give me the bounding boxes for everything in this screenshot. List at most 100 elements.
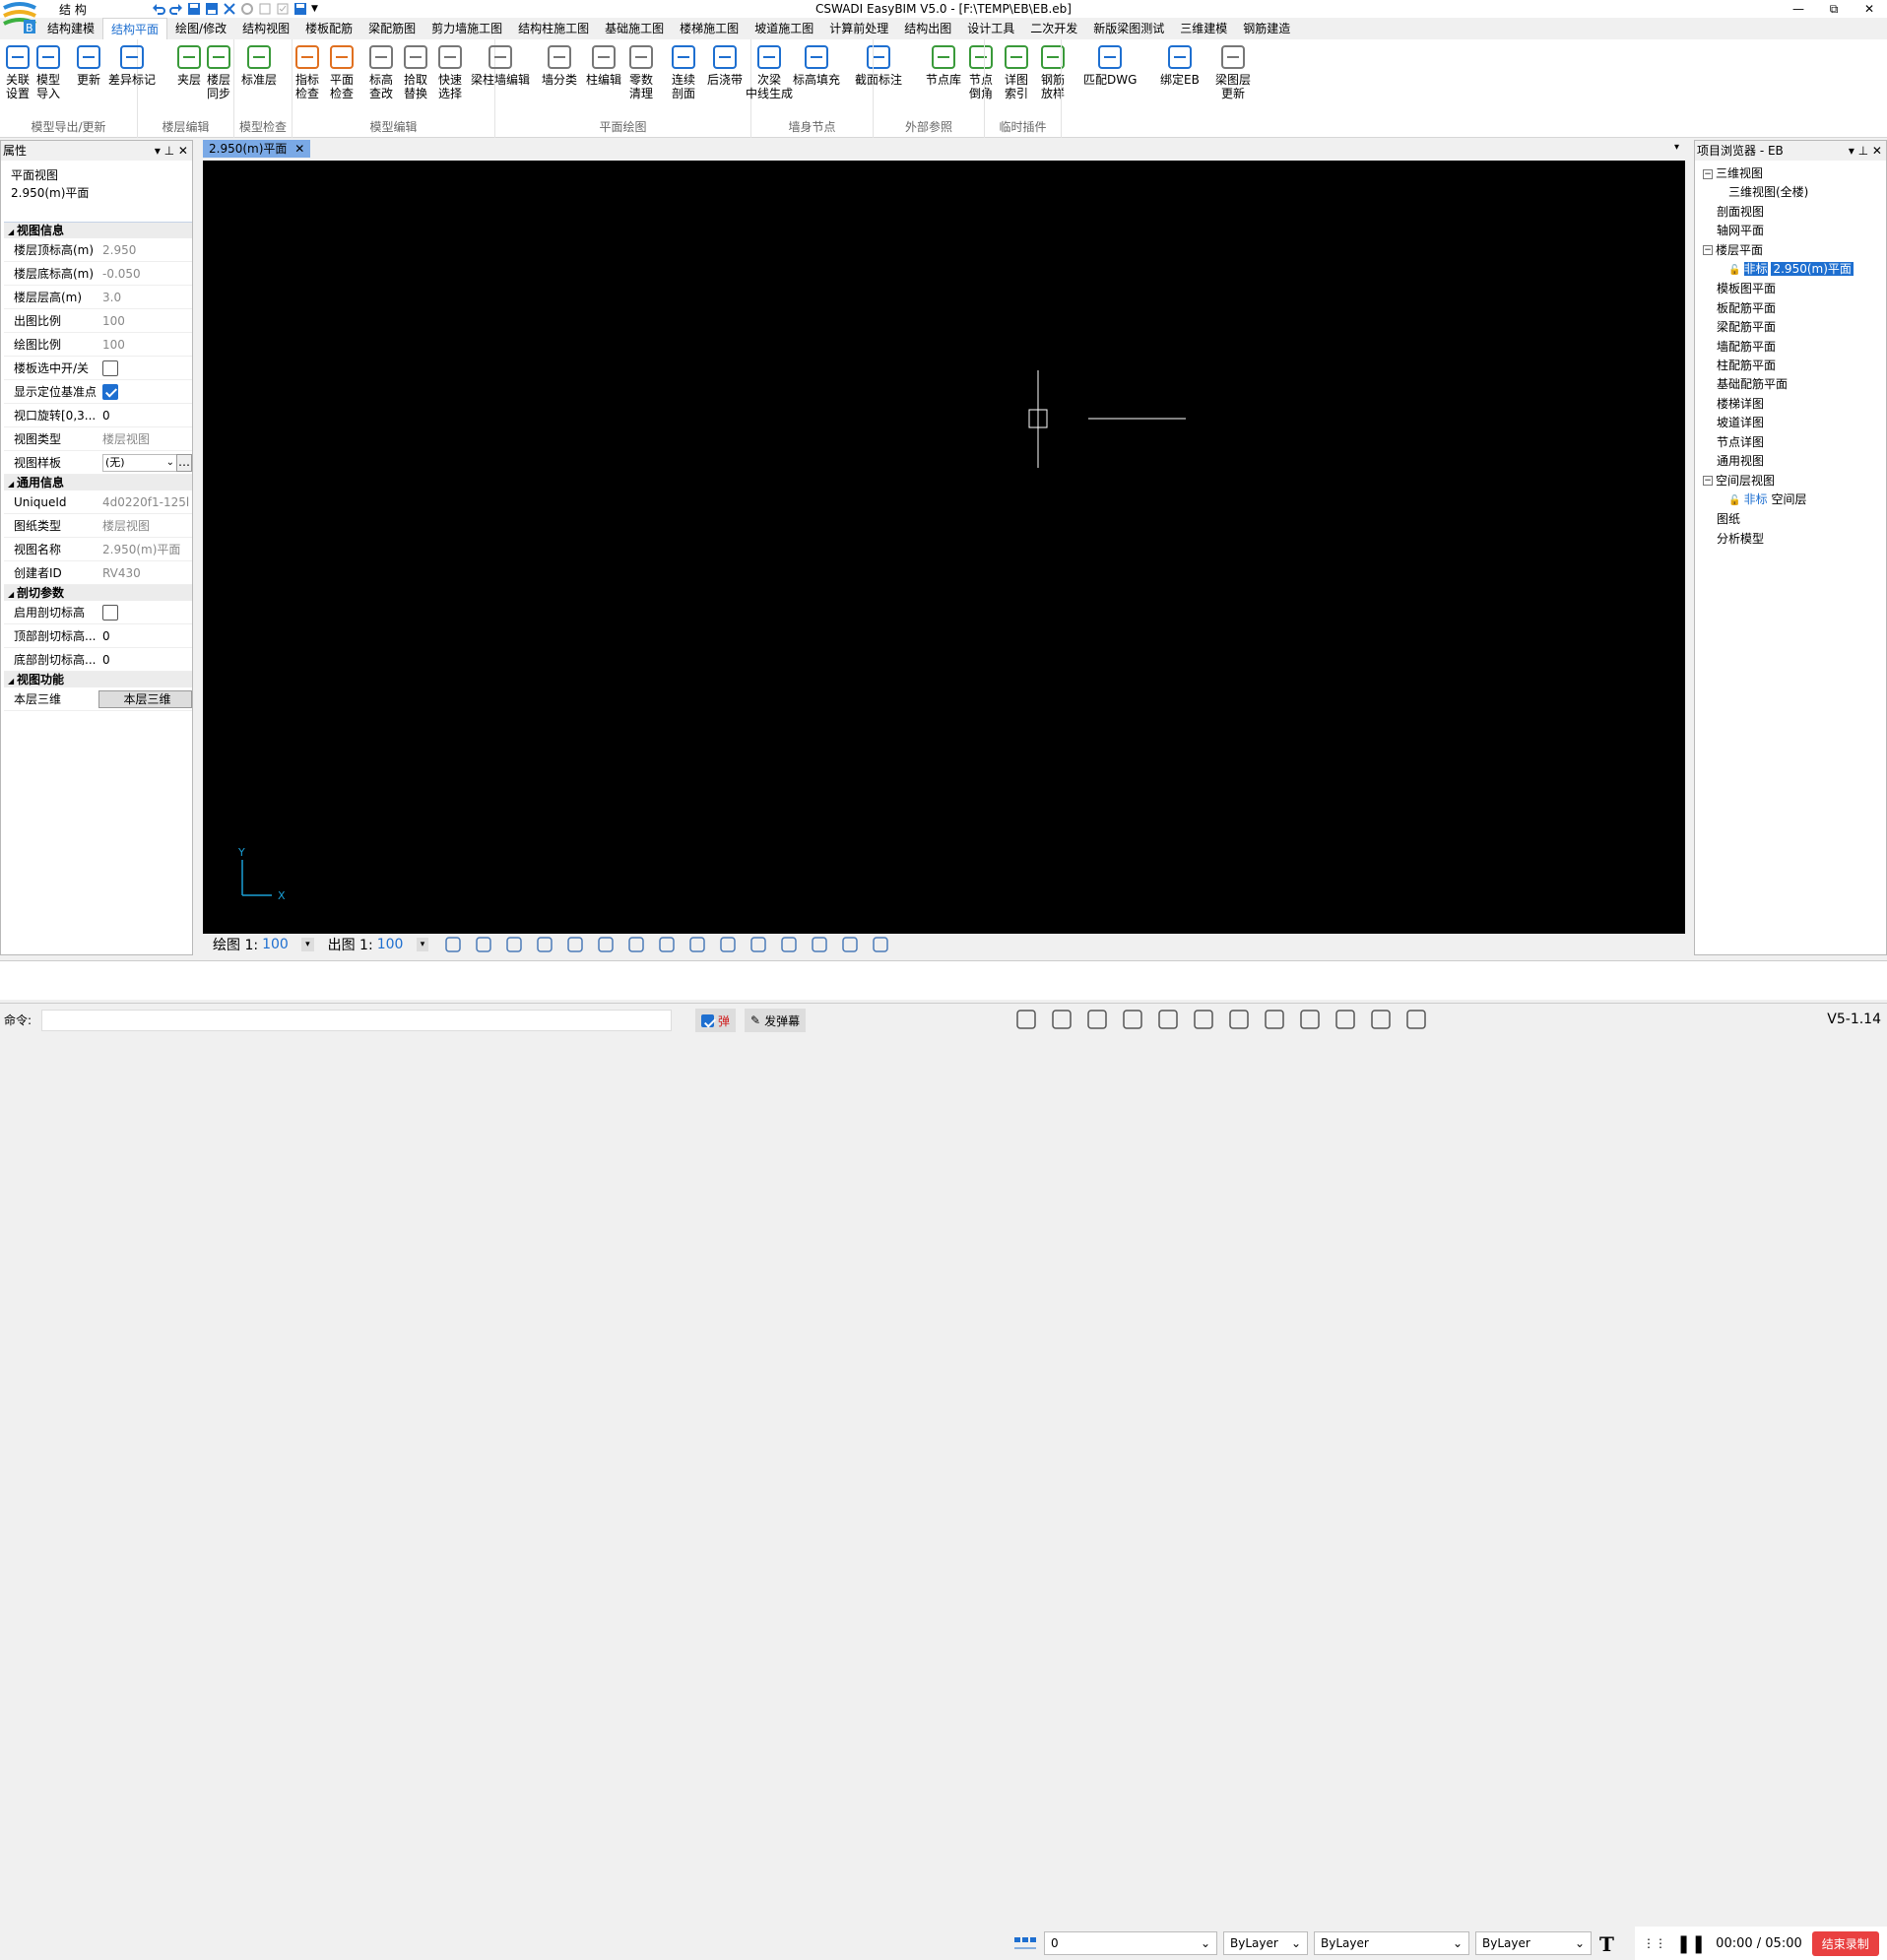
property-section-header[interactable]: ◢ 通用信息 bbox=[4, 475, 192, 490]
panel-icon[interactable] bbox=[1156, 1008, 1180, 1031]
filter-icon[interactable] bbox=[811, 936, 828, 953]
structure-icon[interactable] bbox=[1085, 1008, 1109, 1031]
curve-icon[interactable] bbox=[1263, 1008, 1286, 1031]
view-template-select[interactable]: (无) ⌄… bbox=[98, 451, 192, 474]
draw-scale-value[interactable]: 100 bbox=[262, 937, 301, 952]
ribbon-button-6-1[interactable]: 绑定EB bbox=[1160, 43, 1200, 87]
tab-5[interactable]: 梁配筋图 bbox=[360, 18, 423, 39]
ribbon-button-3-2[interactable]: 快速 选择 bbox=[436, 43, 464, 100]
snap-icon[interactable] bbox=[566, 936, 584, 953]
tab-1[interactable]: 结构平面 bbox=[102, 18, 168, 39]
property-value[interactable]: 0 bbox=[98, 404, 192, 426]
check-icon[interactable] bbox=[276, 2, 290, 16]
dropdown-icon[interactable]: ⌄ bbox=[166, 457, 174, 468]
property-value[interactable]: 4d0220f1-125l bbox=[98, 490, 192, 513]
tab-8[interactable]: 基础施工图 bbox=[597, 18, 672, 39]
floor-3d-button[interactable]: 本层三维 bbox=[98, 689, 192, 708]
close-doc-icon[interactable] bbox=[223, 2, 236, 16]
ortho-icon[interactable] bbox=[597, 936, 615, 953]
linetype-select[interactable]: ByLayer ⌄ bbox=[1314, 1931, 1469, 1955]
property-checkbox[interactable] bbox=[98, 357, 192, 379]
command-input[interactable] bbox=[41, 1010, 672, 1031]
checkbox[interactable] bbox=[102, 359, 118, 376]
ribbon-button-7-0[interactable]: 梁图层 更新 bbox=[1215, 43, 1251, 100]
property-value[interactable]: 2.950(m)平面 bbox=[98, 538, 192, 560]
tab-16[interactable]: 三维建模 bbox=[1172, 18, 1235, 39]
settings-icon[interactable] bbox=[1014, 1008, 1038, 1031]
property-value[interactable]: 楼层视图 bbox=[98, 514, 192, 537]
property-checkbox[interactable] bbox=[98, 601, 192, 623]
tab-17[interactable]: 钢筋建造 bbox=[1235, 18, 1298, 39]
pause-icon[interactable]: ❚❚ bbox=[1676, 1933, 1706, 1954]
layers-icon[interactable] bbox=[1050, 1008, 1074, 1031]
tab-9[interactable]: 楼梯施工图 bbox=[672, 18, 747, 39]
tab-4[interactable]: 楼板配筋 bbox=[297, 18, 360, 39]
tree-node[interactable]: 梁配筋平面 bbox=[1703, 318, 1886, 337]
collapse-icon[interactable]: ◢ bbox=[8, 590, 17, 599]
eye-icon[interactable] bbox=[505, 936, 523, 953]
layer-select[interactable]: 0 ⌄ bbox=[1044, 1931, 1217, 1955]
cube-icon[interactable] bbox=[780, 936, 798, 953]
window-icon[interactable] bbox=[841, 936, 859, 953]
color-select[interactable]: ByLayer ⌄ bbox=[1223, 1931, 1308, 1955]
property-value[interactable]: 3.0 bbox=[98, 286, 192, 308]
save-icon[interactable] bbox=[187, 2, 201, 16]
property-value[interactable]: 100 bbox=[98, 333, 192, 356]
ruler-icon[interactable] bbox=[1334, 1008, 1357, 1031]
property-checkbox[interactable] bbox=[98, 380, 192, 403]
grid-icon[interactable] bbox=[475, 936, 492, 953]
zoom-extents-icon[interactable] bbox=[658, 936, 676, 953]
property-value[interactable]: 0 bbox=[98, 624, 192, 647]
send-danmaku-button[interactable]: ✎ 发弹幕 bbox=[745, 1009, 807, 1032]
lineweight-select[interactable]: ByLayer ⌄ bbox=[1475, 1931, 1592, 1955]
ribbon-button-4-1[interactable]: 后浇带 bbox=[707, 43, 743, 87]
tree-node[interactable]: 板配筋平面 bbox=[1703, 299, 1886, 318]
collapse-toggle-icon[interactable]: − bbox=[1703, 476, 1713, 486]
danmaku-checkbox[interactable] bbox=[701, 1013, 714, 1027]
collapse-icon[interactable]: ◢ bbox=[8, 228, 17, 236]
save-as-icon[interactable] bbox=[293, 2, 307, 16]
ribbon-button-4-0[interactable]: 连续 剖面 bbox=[670, 43, 697, 100]
tab-12[interactable]: 结构出图 bbox=[896, 18, 959, 39]
export-icon[interactable] bbox=[258, 2, 272, 16]
collapse-toggle-icon[interactable]: − bbox=[1703, 168, 1713, 179]
tab-13[interactable]: 设计工具 bbox=[959, 18, 1022, 39]
property-value[interactable]: 100 bbox=[98, 309, 192, 332]
dwg-icon[interactable] bbox=[1227, 1008, 1251, 1031]
qat-dropdown-icon[interactable]: ▼ bbox=[311, 4, 318, 14]
text-style-icon[interactable]: T bbox=[1597, 1931, 1621, 1955]
ribbon-button-1-1[interactable]: 楼层 同步 bbox=[205, 43, 232, 100]
tree-node[interactable]: 图纸 bbox=[1703, 510, 1886, 529]
ribbon-button-0-1[interactable]: 模型 导入 bbox=[34, 43, 62, 100]
checkbox[interactable] bbox=[102, 604, 118, 621]
property-section-header[interactable]: ◢ 视图信息 bbox=[4, 223, 192, 238]
tree-node[interactable]: 模板图平面 bbox=[1703, 280, 1886, 298]
tree-node[interactable]: − 空间层视图 bbox=[1703, 472, 1886, 490]
save-all-icon[interactable] bbox=[205, 2, 219, 16]
output-scale-dropdown-icon[interactable]: ▾ bbox=[416, 938, 429, 951]
ribbon-button-6-0[interactable]: 匹配DWG bbox=[1083, 43, 1137, 87]
close-tab-icon[interactable]: ✕ bbox=[294, 142, 304, 156]
ribbon-button-3-1[interactable]: 拾取 替换 bbox=[402, 43, 429, 100]
tab-6[interactable]: 剪力墙施工图 bbox=[423, 18, 510, 39]
tree-node[interactable]: 柱配筋平面 bbox=[1703, 357, 1886, 375]
property-value[interactable]: 楼层视图 bbox=[98, 427, 192, 450]
tree-node[interactable]: 坡道详图 bbox=[1703, 414, 1886, 432]
property-value[interactable]: -0.050 bbox=[98, 262, 192, 285]
close-button[interactable]: ✕ bbox=[1852, 0, 1887, 18]
dimension-icon[interactable] bbox=[749, 936, 767, 953]
tree-node[interactable]: 基础配筋平面 bbox=[1703, 375, 1886, 394]
tree-node[interactable]: 通用视图 bbox=[1703, 452, 1886, 471]
restore-button[interactable]: ⧉ bbox=[1816, 0, 1852, 18]
swap-icon[interactable] bbox=[1369, 1008, 1393, 1031]
browser-panel-controls[interactable]: ▾ ⊥ ✕ bbox=[1849, 141, 1882, 161]
tab-0[interactable]: 结构建模 bbox=[39, 18, 102, 39]
tree-node[interactable]: 楼梯详图 bbox=[1703, 395, 1886, 414]
tab-2950-plan[interactable]: 2.950(m)平面 ✕ bbox=[203, 140, 311, 158]
lock-icon[interactable] bbox=[536, 936, 553, 953]
ribbon-button-3-0[interactable]: 标高 查改 bbox=[367, 43, 395, 100]
view-type-selector[interactable]: 平面视图 2.950(m)平面 bbox=[1, 161, 192, 208]
danmaku-toggle[interactable]: 弹 bbox=[695, 1009, 737, 1032]
collapse-icon[interactable]: ◢ bbox=[8, 480, 17, 489]
collapse-icon[interactable]: ◢ bbox=[8, 677, 17, 686]
